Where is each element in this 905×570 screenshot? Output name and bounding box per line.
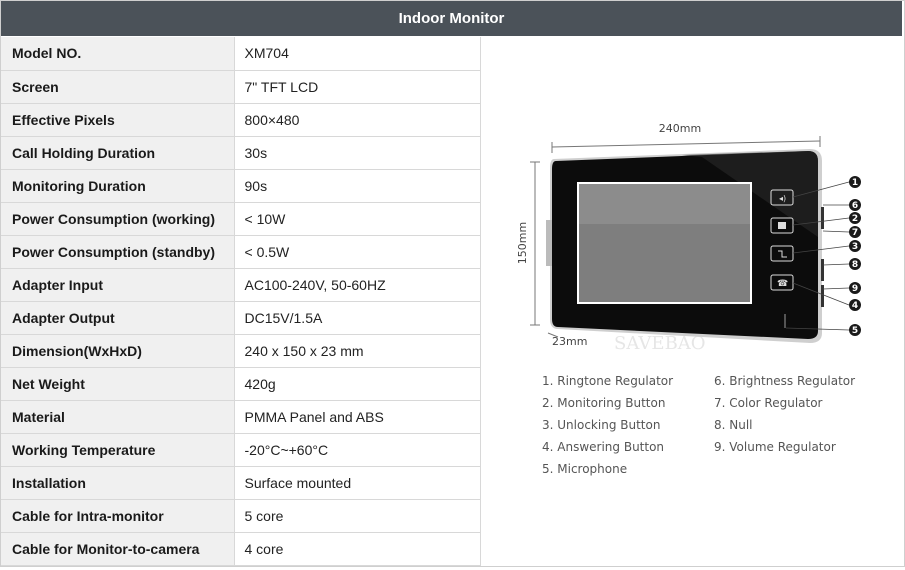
spec-label: Screen	[1, 70, 235, 104]
spec-label: Effective Pixels	[1, 103, 235, 137]
callout-marker: 8	[849, 258, 861, 270]
spec-value: AC100-240V, 50-60HZ	[234, 268, 481, 302]
callout-number: 5	[852, 326, 858, 336]
callout-number: 1	[852, 178, 858, 188]
spec-label: Power Consumption (standby)	[1, 235, 235, 269]
spec-label: Monitoring Duration	[1, 169, 235, 203]
spec-value: 420g	[234, 367, 481, 401]
legend-item: 8. Null	[714, 418, 753, 432]
spec-row: Adapter Output DC15V/1.5A	[1, 301, 481, 335]
spec-row: Material PMMA Panel and ABS	[1, 400, 481, 434]
height-dimension: 150mm	[516, 161, 540, 326]
spec-row: Monitoring Duration 90s	[1, 169, 481, 203]
spec-value: 30s	[234, 136, 481, 170]
callout-marker: 1	[849, 176, 861, 188]
phone-icon: ☎	[777, 279, 788, 289]
callout-number: 9	[852, 284, 858, 294]
spec-row: Call Holding Duration 30s	[1, 136, 481, 170]
spec-value: 4 core	[234, 532, 481, 566]
spec-label: Net Weight	[1, 367, 235, 401]
page-title: Indoor Monitor	[398, 10, 505, 27]
callout-number: 3	[852, 242, 858, 252]
spec-value: XM704	[234, 37, 481, 71]
callout-marker: 3	[849, 240, 861, 252]
legend-item: 1. Ringtone Regulator	[542, 374, 674, 388]
height-label: 150mm	[516, 222, 529, 264]
spec-table: Model NO. XM704 Screen 7" TFT LCD Effective …	[1, 37, 481, 566]
spec-value: 7" TFT LCD	[234, 70, 481, 104]
callout-marker: 7	[849, 226, 861, 238]
spec-label: Call Holding Duration	[1, 136, 235, 170]
spec-row: Screen 7" TFT LCD	[1, 70, 481, 104]
spec-value: 90s	[234, 169, 481, 203]
spec-value: Surface mounted	[234, 466, 481, 500]
spec-value: 5 core	[234, 499, 481, 533]
monitor-body: ◂) ☎	[546, 149, 824, 343]
spec-value: < 0.5W	[234, 235, 481, 269]
spec-label: Adapter Output	[1, 301, 235, 335]
spec-label: Adapter Input	[1, 268, 235, 302]
callout-number: 8	[852, 260, 858, 270]
spec-value: DC15V/1.5A	[234, 301, 481, 335]
width-dimension: 240mm	[551, 122, 821, 153]
callout-number: 7	[852, 228, 858, 238]
legend-item: 3. Unlocking Button	[542, 418, 661, 432]
callout-marker: 6	[849, 199, 861, 211]
callout-marker: 2	[849, 212, 861, 224]
spec-row: Power Consumption (standby) < 0.5W	[1, 235, 481, 269]
callout-markers: 1 6 2 7 3 8 9 4 5	[849, 176, 861, 336]
spec-row: Dimension(WxHxD) 240 x 150 x 23 mm	[1, 334, 481, 368]
spec-row: Power Consumption (working) < 10W	[1, 202, 481, 236]
spec-row: Installation Surface mounted	[1, 466, 481, 500]
spec-row: Adapter Input AC100-240V, 50-60HZ	[1, 268, 481, 302]
spec-label: Dimension(WxHxD)	[1, 334, 235, 368]
callout-marker: 4	[849, 299, 861, 311]
header-bar: Indoor Monitor	[1, 1, 902, 36]
legend-item: 7. Color Regulator	[714, 396, 823, 410]
product-diagram-panel: 240mm 150mm 23mm SAVEBAO ◂) ☎ 1 6 2 7 3 …	[482, 37, 902, 565]
depth-dimension: 23mm	[547, 332, 587, 348]
spec-label: Model NO.	[1, 37, 235, 71]
spec-row: Net Weight 420g	[1, 367, 481, 401]
legend-column-1: 1. Ringtone Regulator 2. Monitoring Butt…	[542, 370, 673, 480]
spec-label: Working Temperature	[1, 433, 235, 467]
legend-item: 4. Answering Button	[542, 440, 665, 454]
depth-label: 23mm	[552, 335, 587, 348]
legend-item: 9. Volume Regulator	[714, 440, 836, 454]
callout-marker: 5	[849, 324, 861, 336]
legend-item: 5. Microphone	[542, 462, 628, 476]
spec-row: Cable for Monitor-to-camera 4 core	[1, 532, 481, 566]
callout-number: 4	[852, 301, 858, 311]
callout-number: 6	[852, 201, 858, 211]
spec-value: PMMA Panel and ABS	[234, 400, 481, 434]
spec-label: Cable for Intra-monitor	[1, 499, 235, 533]
width-label: 240mm	[659, 122, 701, 135]
monitor-diagram: 240mm 150mm 23mm SAVEBAO ◂) ☎ 162738945	[516, 122, 861, 354]
legend-item: 2. Monitoring Button	[542, 396, 666, 410]
spec-row: Working Temperature -20°C~+60°C	[1, 433, 481, 467]
spec-label: Installation	[1, 466, 235, 500]
microphone-hole	[784, 314, 786, 328]
monitor-icon	[778, 222, 786, 229]
callout-number: 2	[852, 214, 858, 224]
spec-row: Effective Pixels 800×480	[1, 103, 481, 137]
spec-row: Cable for Intra-monitor 5 core	[1, 499, 481, 533]
spec-label: Power Consumption (working)	[1, 202, 235, 236]
spec-label: Cable for Monitor-to-camera	[1, 532, 235, 566]
callout-marker: 9	[849, 282, 861, 294]
speaker-icon: ◂)	[779, 194, 786, 203]
legend-column-2: 6. Brightness Regulator 7. Color Regulat…	[714, 370, 855, 458]
spec-value: < 10W	[234, 202, 481, 236]
spec-value: 800×480	[234, 103, 481, 137]
spec-row: Model NO. XM704	[1, 37, 481, 71]
spec-label: Material	[1, 400, 235, 434]
spec-value: 240 x 150 x 23 mm	[234, 334, 481, 368]
legend-item: 6. Brightness Regulator	[714, 374, 856, 388]
spec-value: -20°C~+60°C	[234, 433, 481, 467]
